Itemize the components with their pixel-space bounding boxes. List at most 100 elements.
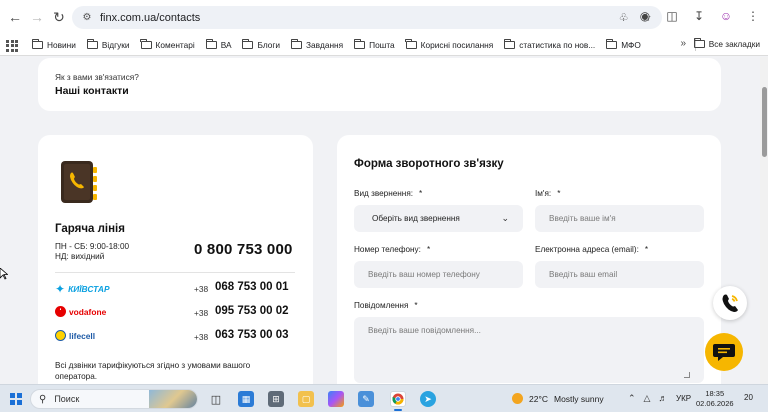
clock[interactable]: 18:35 02.06.2026	[696, 389, 734, 409]
copilot-icon[interactable]	[328, 391, 344, 407]
message-textarea[interactable]: Введіть ваше повідомлення...	[354, 317, 704, 383]
phone-book-icon	[61, 161, 97, 203]
feedback-form-card: Форма зворотного зв'язку Вид звернення: *…	[337, 135, 721, 384]
download-icon[interactable]: ↧	[690, 7, 708, 25]
active-app-indicator	[394, 409, 402, 411]
bookmark-item[interactable]: Завдання	[290, 38, 343, 50]
folder-icon	[31, 38, 43, 49]
chrome-icon[interactable]	[390, 391, 406, 407]
sun-icon	[512, 393, 523, 404]
start-button[interactable]	[10, 393, 22, 405]
bookmark-item[interactable]: МФО	[606, 38, 641, 50]
browser-toolbar: ← → ↻ ⚙ finx.com.ua/contacts ♧ ☆ ◉ ◫ ↧ ☺…	[0, 0, 768, 34]
resize-handle-icon[interactable]	[684, 372, 690, 378]
address-bar[interactable]: ⚙ finx.com.ua/contacts ♧ ☆	[72, 6, 662, 29]
telegram-icon[interactable]: ➤	[420, 391, 436, 407]
bookmark-item[interactable]: Корисні посилання	[405, 38, 493, 50]
folder-icon	[205, 38, 217, 49]
language-indicator[interactable]: УКР	[676, 394, 691, 403]
forward-icon[interactable]: →	[26, 6, 48, 28]
bookmark-item[interactable]: Новини	[31, 38, 76, 50]
phone-label: Номер телефону: *	[354, 245, 431, 254]
bookmark-item[interactable]: статистика по нов...	[504, 38, 595, 50]
working-hours: ПН - СБ: 9:00-18:00 НД: вихідний	[55, 242, 130, 261]
hotline-phone[interactable]: 0 800 753 000	[194, 241, 293, 258]
email-label: Електронна адреса (email): *	[535, 245, 649, 254]
site-info-icon[interactable]: ⚙	[80, 11, 94, 25]
folder-icon	[242, 38, 254, 49]
bookmark-item[interactable]: Блоги	[242, 38, 280, 50]
search-icon: ⚲	[39, 393, 47, 405]
page-scrollbar[interactable]	[760, 57, 768, 384]
all-bookmarks-button[interactable]: Все закладки	[693, 38, 760, 49]
phone-icon	[722, 294, 738, 312]
network-icon[interactable]: △	[644, 393, 651, 404]
extensions-icon[interactable]: ◫	[663, 7, 681, 25]
request-type-label: Вид звернення: *	[354, 189, 423, 198]
volume-icon[interactable]: ♬	[658, 393, 667, 404]
operator-row-lifecell: lifecell +38 063 753 00 03	[55, 329, 295, 345]
operator-row-vodafone: ‘ vodafone +38 095 753 00 02	[55, 305, 295, 321]
hotline-title: Гаряча лінія	[55, 223, 125, 235]
scrollbar-thumb[interactable]	[761, 87, 767, 157]
contacts-header-card: Як з вами зв'язатися? Наші контакти	[38, 58, 721, 111]
tray-overflow-icon[interactable]: ⌃	[628, 393, 636, 404]
notes-app-icon[interactable]: ✎	[358, 391, 374, 407]
operator-phone[interactable]: 068 753 00 01	[215, 281, 289, 293]
translate-icon[interactable]: ♧	[616, 10, 631, 25]
message-label: Повідомлення *	[354, 301, 418, 310]
folder-icon	[693, 38, 705, 48]
header-eyebrow: Як з вами зв'язатися?	[55, 72, 139, 82]
system-tray: ⌃ △ ♬	[628, 393, 667, 404]
request-type-select[interactable]: Оберіть вид звернення ⌄	[354, 205, 523, 232]
email-input[interactable]: Введіть ваш email	[535, 261, 704, 288]
task-view-icon[interactable]: ◫	[208, 391, 224, 407]
bookmarks-overflow-button[interactable]: »	[680, 38, 686, 49]
apps-icon[interactable]	[6, 38, 20, 52]
name-label: Ім'я: *	[535, 189, 561, 198]
tariff-note: Всі дзвінки тарифікуються згідно з умова…	[55, 361, 251, 381]
chat-bubble-icon	[713, 344, 735, 361]
back-icon[interactable]: ←	[4, 6, 26, 28]
bookmark-item[interactable]: ВА	[205, 38, 231, 50]
bookmarks-bar: Новини Відгуки Коментарі ВА Блоги Завдан…	[0, 34, 768, 56]
phone-input[interactable]: Введіть ваш номер телефону	[354, 261, 523, 288]
folder-icon	[405, 38, 417, 49]
lifecell-icon	[55, 330, 66, 341]
store-icon[interactable]: ▦	[238, 391, 254, 407]
profile-icon[interactable]: ☺	[717, 7, 735, 25]
operator-row-kyivstar: ✦ КИЇВСТАР +38 068 753 00 01	[55, 281, 289, 296]
vodafone-icon: ‘	[55, 306, 66, 317]
bookmark-item[interactable]: Відгуки	[86, 38, 130, 50]
folder-icon	[290, 38, 303, 49]
divider	[55, 272, 295, 273]
name-input[interactable]: Введіть ваше ім'я	[535, 205, 704, 232]
calculator-icon[interactable]: ⊞	[268, 391, 284, 407]
hotline-card: Гаряча лінія ПН - СБ: 9:00-18:00 НД: вих…	[38, 135, 313, 384]
vodafone-logo: ‘ vodafone	[55, 306, 106, 317]
form-title: Форма зворотного зв'язку	[354, 158, 504, 170]
page-title: Наші контакти	[55, 85, 129, 97]
search-highlight-image	[149, 390, 197, 408]
operator-phone[interactable]: 095 753 00 02	[215, 305, 289, 317]
lifecell-logo: lifecell	[55, 330, 95, 341]
taskbar-search[interactable]: ⚲ Поиск	[30, 389, 198, 409]
page-content: Як з вами зв'язатися? Наші контакти Гаря…	[0, 57, 768, 384]
url-text[interactable]: finx.com.ua/contacts	[100, 12, 200, 24]
file-explorer-icon[interactable]: ▢	[298, 391, 314, 407]
notifications-badge[interactable]: 20	[744, 393, 753, 402]
folder-icon	[504, 38, 516, 49]
call-button[interactable]	[713, 286, 747, 320]
bookmark-item[interactable]: Пошта	[353, 38, 395, 50]
reload-icon[interactable]: ↻	[48, 6, 70, 28]
mouse-cursor-icon	[0, 267, 9, 280]
chat-button[interactable]	[705, 333, 743, 371]
weather-widget[interactable]: 22°C Mostly sunny	[512, 393, 604, 404]
operator-phone[interactable]: 063 753 00 03	[215, 329, 289, 341]
screenshot-icon[interactable]: ◉	[636, 7, 654, 25]
folder-icon	[86, 38, 98, 49]
bookmark-item[interactable]: Коментарі	[140, 38, 195, 50]
kyivstar-logo: ✦ КИЇВСТАР	[55, 282, 110, 296]
menu-icon[interactable]: ⋮	[744, 7, 762, 25]
windows-taskbar: ⚲ Поиск ◫ ▦ ⊞ ▢ ✎ ➤ 22°C Mostly sunny ⌃ …	[0, 384, 768, 412]
